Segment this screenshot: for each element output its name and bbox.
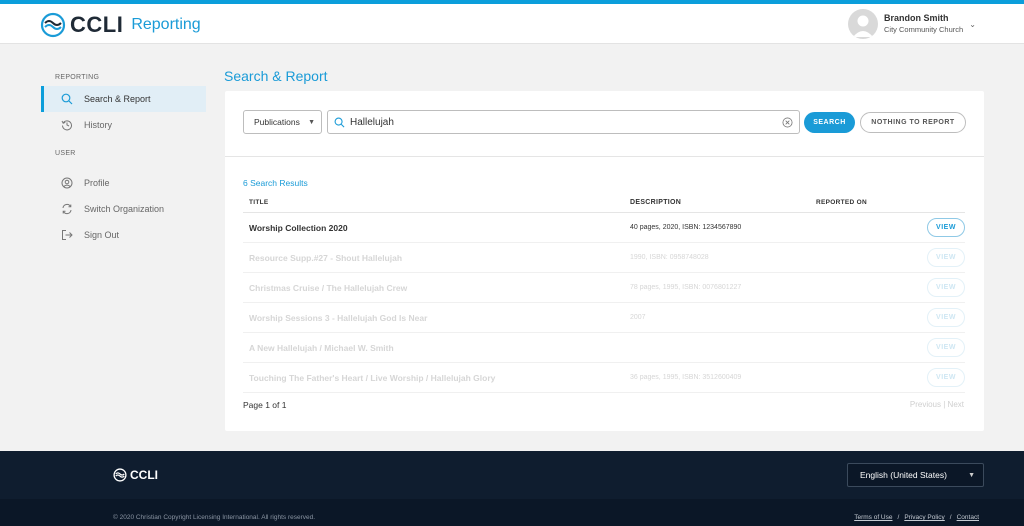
pager-separator: | [943, 400, 946, 409]
contact-link[interactable]: Contact [957, 514, 979, 521]
row-title: Worship Sessions 3 - Hallelujah God Is N… [249, 312, 428, 323]
row-title: Touching The Father's Heart / Live Worsh… [249, 372, 496, 383]
row-description: 78 pages, 1995, ISBN: 0076801227 [630, 284, 742, 291]
footer-brand: CCLI [130, 468, 158, 482]
terms-link[interactable]: Terms of Use [854, 514, 892, 521]
search-icon [61, 93, 73, 105]
user-name: Brandon Smith [884, 13, 949, 23]
search-button[interactable]: SEARCH [804, 111, 855, 133]
search-icon [334, 117, 345, 127]
column-description: DESCRIPTION [630, 199, 682, 206]
table-row: Touching The Father's Heart / Live Worsh… [243, 363, 965, 393]
clear-icon[interactable] [782, 117, 793, 128]
link-separator: / [949, 514, 952, 521]
brand-name: CCLI [70, 12, 124, 37]
row-description: 36 pages, 1995, ISBN: 3512600409 [630, 374, 742, 381]
table-header: TITLE DESCRIPTION REPORTED ON [243, 193, 965, 213]
row-title: Christmas Cruise / The Hallelujah Crew [249, 282, 408, 293]
sign-out-icon [62, 230, 73, 240]
user-icon [853, 15, 873, 37]
sidebar-item-label: Switch Organization [84, 204, 165, 214]
brand-logo[interactable]: CCLI Reporting [40, 12, 201, 38]
history-icon [61, 120, 72, 131]
sidebar-item-sign-out[interactable]: Sign Out [41, 222, 206, 248]
footer-links: Terms of Use / Privacy Policy / Contact [854, 514, 979, 521]
publication-type-select[interactable]: Publications ▼ [243, 110, 322, 134]
table-row: Christmas Cruise / The Hallelujah Crew 7… [243, 273, 965, 303]
table-row: Worship Sessions 3 - Hallelujah God Is N… [243, 303, 965, 333]
link-separator: / [897, 514, 900, 521]
sidebar-item-label: History [84, 120, 113, 130]
chevron-down-icon: ⌄ [969, 19, 976, 29]
view-button[interactable]: VIEW [927, 218, 965, 237]
row-title: A New Hallelujah / Michael W. Smith [249, 342, 394, 353]
switch-icon [62, 203, 72, 215]
ccli-logo-icon [113, 468, 127, 482]
footer-logo[interactable]: CCLI [113, 468, 158, 482]
view-button[interactable]: VIEW [927, 308, 965, 327]
results-count: 6 Search Results [243, 178, 308, 188]
column-title: TITLE [249, 199, 269, 206]
app-header: CCLI Reporting Brandon Smith City Commun… [0, 4, 1024, 44]
sidebar-item-label: Profile [84, 178, 110, 188]
select-value: Publications [254, 117, 300, 127]
next-link[interactable]: Next [948, 400, 964, 409]
sidebar-item-history[interactable]: History [41, 112, 206, 138]
avatar [848, 9, 878, 39]
row-description: 2007 [630, 314, 646, 321]
search-input[interactable]: Hallelujah [327, 110, 800, 134]
results-table: TITLE DESCRIPTION REPORTED ON Worship Co… [243, 193, 965, 393]
search-card: Publications ▼ Hallelujah SEARCH NOTHING… [225, 91, 984, 431]
pagination: Previous | Next [910, 400, 964, 409]
sidebar-item-label: Sign Out [84, 230, 120, 240]
page-indicator: Page 1 of 1 [243, 400, 287, 410]
sidebar-item-switch-organization[interactable]: Switch Organization [41, 196, 206, 222]
row-description: 40 pages, 2020, ISBN: 1234567890 [630, 224, 742, 231]
nothing-to-report-button[interactable]: NOTHING TO REPORT [860, 111, 966, 133]
user-menu[interactable]: Brandon Smith City Community Church ⌄ [848, 9, 976, 39]
row-title: Resource Supp.#27 - Shout Hallelujah [249, 252, 403, 263]
row-description: 1990, ISBN: 0958748028 [630, 254, 709, 261]
view-button[interactable]: VIEW [927, 248, 965, 267]
table-row: A New Hallelujah / Michael W. Smith VIEW [243, 333, 965, 363]
view-button[interactable]: VIEW [927, 338, 965, 357]
ccli-logo-icon [40, 12, 66, 38]
view-button[interactable]: VIEW [927, 368, 965, 387]
language-value: English (United States) [860, 470, 947, 480]
column-reported-on: REPORTED ON [816, 199, 867, 206]
table-row: Worship Collection 2020 40 pages, 2020, … [243, 213, 965, 243]
caret-down-icon: ▼ [968, 471, 975, 479]
profile-icon [61, 177, 73, 189]
privacy-link[interactable]: Privacy Policy [904, 514, 944, 521]
sidebar-item-search-report[interactable]: Search & Report [41, 86, 206, 112]
search-bar: Publications ▼ Hallelujah SEARCH NOTHING… [243, 110, 966, 134]
product-name: Reporting [131, 16, 201, 33]
sidebar-section-reporting: REPORTING [55, 74, 100, 81]
page-title: Search & Report [224, 68, 328, 84]
sidebar-item-profile[interactable]: Profile [41, 170, 206, 196]
previous-link[interactable]: Previous [910, 400, 941, 409]
caret-down-icon: ▼ [308, 118, 315, 126]
table-row: Resource Supp.#27 - Shout Hallelujah 199… [243, 243, 965, 273]
user-org: City Community Church [884, 25, 964, 34]
sidebar-item-label: Search & Report [84, 94, 151, 104]
search-query: Hallelujah [350, 116, 394, 128]
sidebar-section-user: USER [55, 150, 76, 157]
copyright: © 2020 Christian Copyright Licensing Int… [113, 514, 316, 521]
language-select[interactable]: English (United States) ▼ [847, 463, 984, 487]
view-button[interactable]: VIEW [927, 278, 965, 297]
footer: CCLI English (United States) ▼ © 2020 Ch… [0, 451, 1024, 526]
divider [225, 156, 984, 157]
row-title: Worship Collection 2020 [249, 222, 348, 233]
sidebar: REPORTING Search & Report History USER P… [41, 70, 206, 248]
